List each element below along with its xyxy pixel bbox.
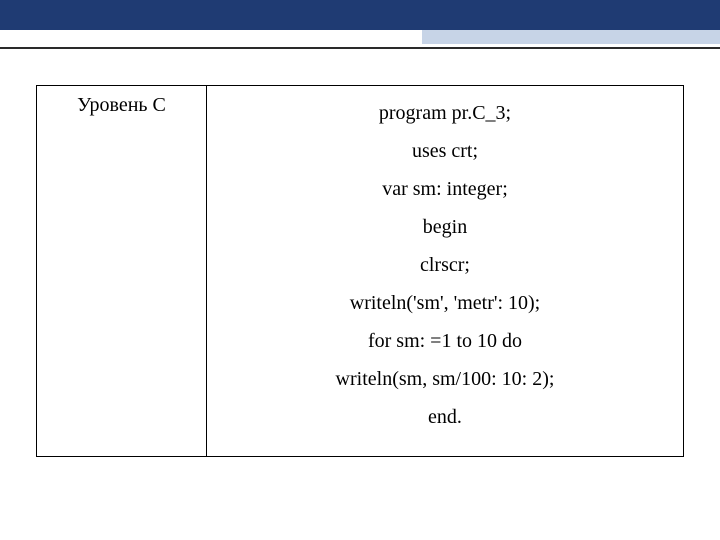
- code-line: program pr.C_3;: [217, 94, 673, 132]
- table-row: Уровень С program pr.C_3; uses crt; var …: [37, 86, 683, 456]
- code-line: var sm: integer;: [217, 170, 673, 208]
- header-band-dark: [0, 0, 720, 30]
- code-cell: program pr.C_3; uses crt; var sm: intege…: [207, 86, 683, 456]
- header-band-light: [420, 30, 720, 44]
- header-band-gap: [0, 30, 420, 44]
- header-band-row: [0, 30, 720, 44]
- code-line: end.: [217, 398, 673, 436]
- code-line: begin: [217, 208, 673, 246]
- code-line: clrscr;: [217, 246, 673, 284]
- level-cell: Уровень С: [37, 86, 207, 456]
- code-line: for sm: =1 to 10 do: [217, 322, 673, 360]
- code-line: writeln('sm', 'metr': 10);: [217, 284, 673, 322]
- code-line: writeln(sm, sm/100: 10: 2);: [217, 360, 673, 398]
- code-line: uses crt;: [217, 132, 673, 170]
- content-table: Уровень С program pr.C_3; uses crt; var …: [36, 85, 684, 457]
- header-rule: [0, 47, 720, 49]
- level-label: Уровень С: [77, 94, 166, 116]
